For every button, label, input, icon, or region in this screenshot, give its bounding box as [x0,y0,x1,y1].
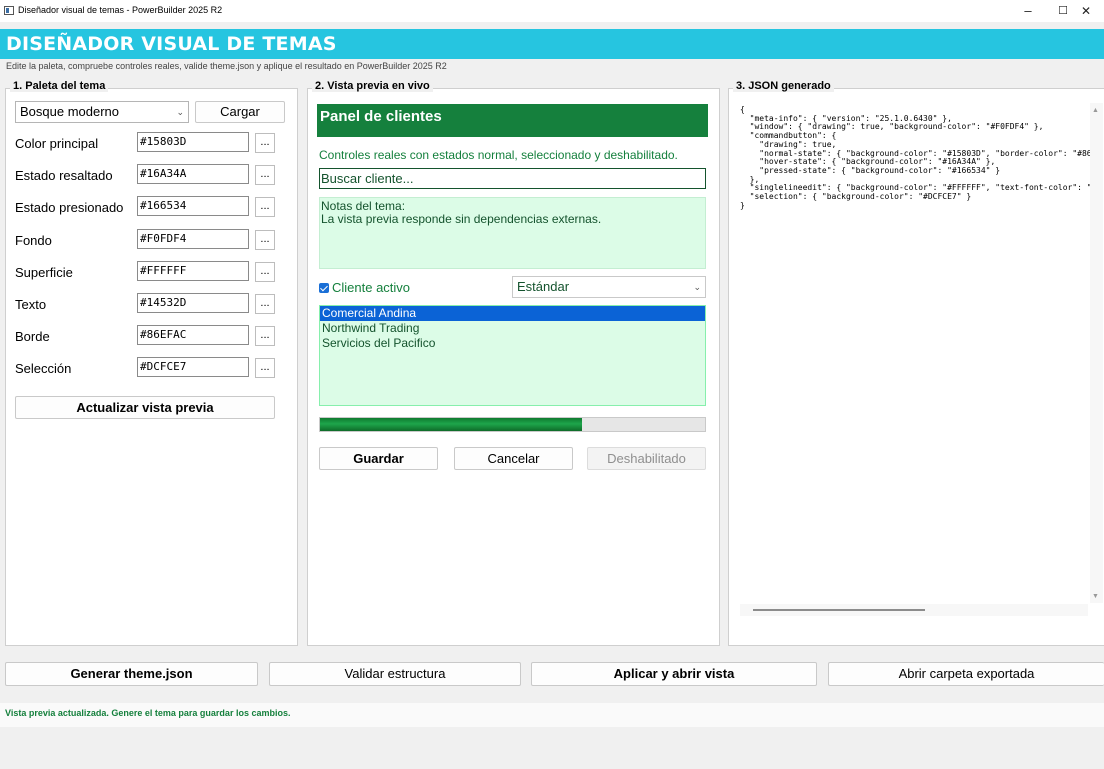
color-picker-button[interactable]: ... [255,230,275,250]
load-button[interactable]: Cargar [195,101,285,123]
scroll-down-icon[interactable]: ▼ [1092,593,1099,600]
refresh-preview-button[interactable]: Actualizar vista previa [15,396,275,419]
color-picker-button[interactable]: ... [255,294,275,314]
preview-panel-title: Panel de clientes [317,104,708,137]
color-picker-button[interactable]: ... [255,262,275,282]
notes-textarea[interactable]: Notas del tema: La vista previa responde… [319,197,706,269]
color-picker-button[interactable]: ... [255,326,275,346]
close-button[interactable]: ✕ [1068,2,1104,20]
palette-row-label: Texto [15,297,47,312]
checkbox-checked-icon [319,283,329,293]
color-field-pressed[interactable]: #166534 [137,196,249,216]
color-field-primary[interactable]: #15803D [137,132,249,152]
json-text: { "meta-info": { "version": "25.1.0.6430… [740,106,1090,210]
generate-theme-button[interactable]: Generar theme.json [5,662,258,686]
palette-row-label: Color principal [15,136,99,151]
color-field-selection[interactable]: #DCFCE7 [137,357,249,377]
list-item[interactable]: Northwind Trading [320,321,705,336]
theme-select[interactable]: Bosque moderno ⌄ [15,101,189,123]
palette-row-label: Selección [15,361,72,376]
cancel-button[interactable]: Cancelar [454,447,573,470]
window-title: Diseñador visual de temas - PowerBuilder… [18,5,223,15]
open-folder-button[interactable]: Abrir carpeta exportada [828,662,1104,686]
theme-select-value: Bosque moderno [20,104,120,119]
color-field-text[interactable]: #14532D [137,293,249,313]
palette-row-label: Estado presionado [15,200,124,215]
apply-open-button[interactable]: Aplicar y abrir vista [531,662,817,686]
chevron-down-icon: ⌄ [176,107,184,117]
scroll-up-icon[interactable]: ▲ [1092,107,1099,114]
checkbox-label: Cliente activo [332,280,411,295]
color-field-background[interactable]: #F0FDF4 [137,229,249,249]
save-button[interactable]: Guardar [319,447,438,470]
chevron-down-icon: ⌄ [693,282,701,292]
validate-structure-button[interactable]: Validar estructura [269,662,521,686]
preview-description: Controles reales con estados normal, sel… [319,148,678,162]
window-titlebar: Diseñador visual de temas - PowerBuilder… [0,0,1104,22]
json-vertical-scrollbar[interactable]: ▲ ▼ [1090,103,1103,603]
color-field-highlight[interactable]: #16A34A [137,164,249,184]
color-picker-button[interactable]: ... [255,165,275,185]
preview-legend: 2. Vista previa en vivo [312,80,433,92]
notes-line: La vista previa responde sin dependencia… [321,212,602,226]
json-output[interactable]: { "meta-info": { "version": "25.1.0.6430… [738,103,1103,620]
json-horizontal-scroll-thumb[interactable] [753,609,925,611]
mode-select[interactable]: Estándar ⌄ [512,276,706,298]
palette-row-label: Estado resaltado [15,168,113,183]
color-picker-button[interactable]: ... [255,358,275,378]
clients-listbox[interactable]: Comercial Andina Northwind Trading Servi… [319,305,706,406]
page-subtitle: Edite la paleta, compruebe controles rea… [6,61,447,71]
palette-legend: 1. Paleta del tema [10,80,109,92]
progress-fill [320,418,582,431]
progress-bar [319,417,706,432]
header-banner: DISEÑADOR VISUAL DE TEMAS [0,29,1104,59]
disabled-button: Deshabilitado [587,447,706,470]
search-input[interactable]: Buscar cliente... [319,168,706,189]
status-message: Vista previa actualizada. Genere el tema… [5,708,291,718]
list-item[interactable]: Comercial Andina [320,306,705,321]
status-bar: Vista previa actualizada. Genere el tema… [0,703,1104,727]
color-picker-button[interactable]: ... [255,133,275,153]
color-field-border[interactable]: #86EFAC [137,325,249,345]
page-title: DISEÑADOR VISUAL DE TEMAS [6,33,337,55]
mode-select-value: Estándar [517,279,570,294]
active-client-checkbox[interactable]: Cliente activo [319,280,410,295]
color-field-surface[interactable]: #FFFFFF [137,261,249,281]
palette-row-label: Borde [15,329,50,344]
json-legend: 3. JSON generado [733,80,834,92]
color-picker-button[interactable]: ... [255,197,275,217]
list-item[interactable]: Servicios del Pacifico [320,336,705,351]
palette-row-label: Superficie [15,265,73,280]
minimize-button[interactable]: – [1010,2,1046,20]
app-icon [4,6,14,15]
palette-row-label: Fondo [15,233,52,248]
